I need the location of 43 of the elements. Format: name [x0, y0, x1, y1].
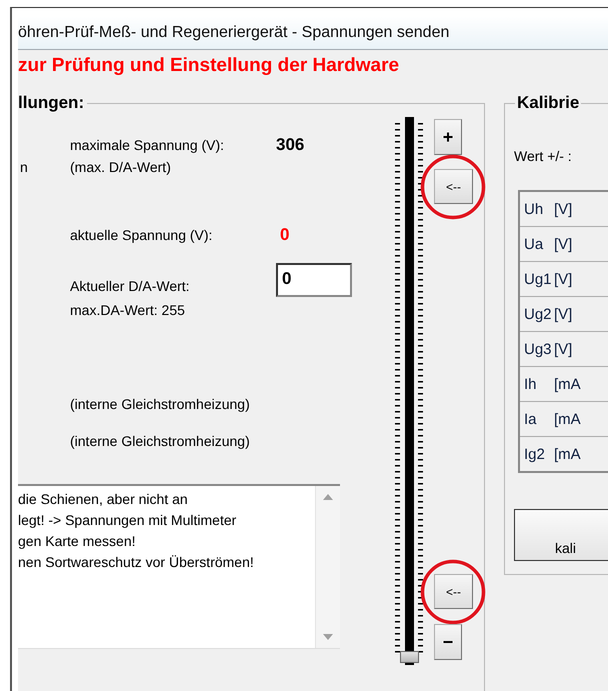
apply-button[interactable]: <-- [434, 169, 473, 204]
cut-label: n [20, 159, 28, 175]
max-voltage-label: maximale Spannung (V): [70, 136, 226, 154]
table-cell: [V] [554, 306, 572, 322]
scrollbar[interactable] [315, 486, 340, 648]
heading: zur Prüfung und Einstellung der Hardware [18, 55, 400, 76]
slider-thumb[interactable] [400, 651, 419, 663]
scroll-up-icon[interactable] [323, 494, 333, 500]
table-cell-text: Ug1 [523, 270, 553, 288]
max-da-label: max.DA-Wert: 255 [70, 301, 186, 319]
vertical-slider[interactable] [395, 117, 423, 665]
current-voltage-label: aktuelle Spannung (V): [70, 226, 214, 244]
calibrate-button[interactable]: kali [514, 509, 608, 561]
table-cell-text: Ia [523, 410, 538, 428]
heating-note: (interne Gleichstromheizung) [70, 395, 251, 413]
current-voltage-value: 0 [279, 226, 290, 244]
window-title: öhren-Prüf-Meß- und Regeneriergerät - Spannungen senden [18, 24, 450, 42]
table-cell-text: Ug3 [523, 340, 553, 358]
step-label: Wert +/- : [514, 148, 573, 164]
table-cell: [V] [554, 340, 572, 358]
table-cell-text: Ih [523, 376, 538, 392]
da-value-field[interactable]: 0 [276, 263, 352, 297]
message-text-area[interactable]: die Schienen, aber nicht an legt! -> Spannungen mit Multimeter gen Karte messen! nen Sortwareschutz vor Überströmen! [18, 484, 340, 649]
apply-button[interactable]: <-- [434, 574, 473, 609]
step-button[interactable]: − [434, 624, 462, 660]
table-cell-text: Uh [523, 200, 544, 218]
table-cell: [mA [554, 410, 581, 428]
message-text: die Schienen, aber nicht an legt! -> Spannungen mit Multimeter gen Karte messen! nen Sortwareschutz vor Überströmen! [18, 490, 255, 572]
scroll-down-icon[interactable] [323, 634, 333, 640]
table-cell: [V] [554, 236, 572, 252]
table-cell: [mA [554, 376, 581, 392]
current-da-label: Aktueller D/A-Wert: [70, 277, 191, 295]
max-voltage-value: 306 [276, 136, 306, 154]
table-cell: [mA [554, 446, 581, 462]
table-cell-text: Ig2 [523, 446, 546, 462]
table-cell-text: Ua [523, 236, 544, 252]
table-cell: [V] [554, 200, 572, 218]
table-cell-text: Ug2 [523, 306, 553, 322]
group-title: llungen: [18, 93, 88, 113]
step-button[interactable]: + [434, 119, 462, 155]
max-da-note: (max. D/A-Wert) [70, 158, 172, 176]
heating-note: (interne Gleichstromheizung) [70, 432, 251, 450]
table-cell: [V] [554, 270, 572, 288]
